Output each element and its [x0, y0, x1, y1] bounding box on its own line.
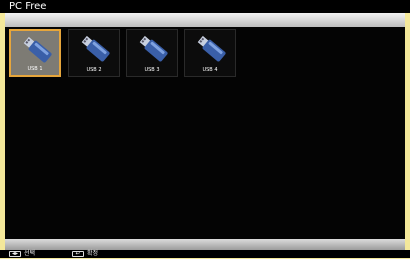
- usb-drive-icon: [23, 36, 52, 63]
- footer: [0, 250, 410, 258]
- usb-device-1[interactable]: USB 1: [9, 29, 61, 77]
- usb-drive-icon: [139, 35, 168, 62]
- device-label: USB 3: [144, 67, 160, 73]
- enter-icon: ↵: [72, 250, 84, 257]
- usb-device-2[interactable]: USB 2: [68, 29, 120, 77]
- status-bar: [5, 239, 405, 250]
- toolbar: [5, 13, 405, 27]
- select-label: 선택: [24, 250, 36, 257]
- usb-drive-icon: [197, 35, 226, 62]
- device-label: USB 4: [202, 67, 218, 73]
- usb-drive-icon: [81, 35, 110, 62]
- device-label: USB 1: [27, 66, 43, 72]
- usb-device-3[interactable]: USB 3: [126, 29, 178, 77]
- select-hint: ◂▸ 선택: [9, 250, 35, 258]
- left-right-arrows-icon: ◂▸: [9, 250, 21, 257]
- window-title: PC Free: [9, 1, 47, 12]
- enter-label: 확정: [87, 250, 99, 257]
- title-bar: PC Free: [0, 0, 410, 13]
- enter-hint: ↵ 확정: [72, 250, 98, 258]
- device-label: USB 2: [86, 67, 102, 73]
- usb-device-4[interactable]: USB 4: [184, 29, 236, 77]
